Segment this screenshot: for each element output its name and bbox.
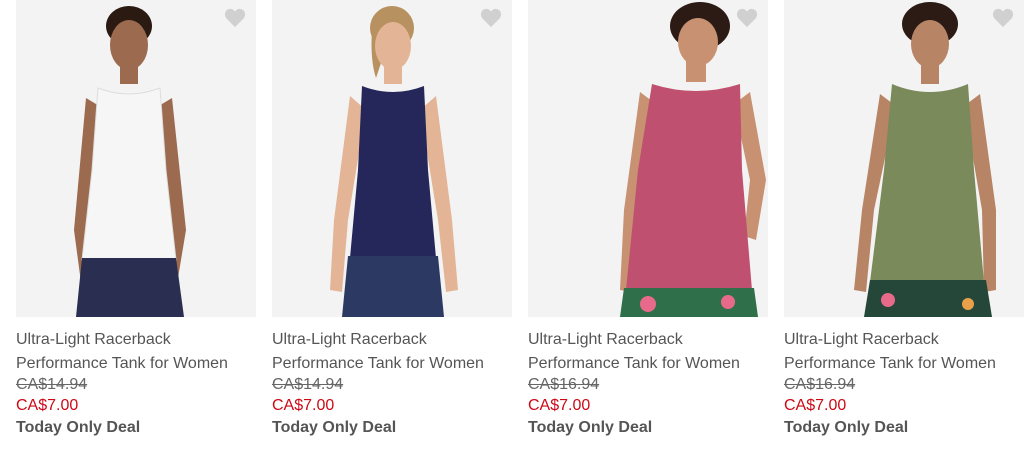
product-name-line1: Ultra-Light Racerback (16, 331, 171, 348)
sale-price: CA$7.00 (528, 397, 591, 414)
product-name-line2: Performance Tank for Women (272, 355, 484, 372)
product-card: Ultra-Light Racerback Performance Tank f… (16, 0, 256, 454)
product-name-line1: Ultra-Light Racerback (784, 331, 939, 348)
sale-price: CA$7.00 (16, 397, 79, 414)
product-name-link[interactable]: Ultra-Light Racerback Performance Tank f… (528, 328, 768, 376)
original-price: CA$14.94 (272, 376, 344, 393)
product-image[interactable] (528, 0, 768, 317)
original-price: CA$16.94 (528, 376, 600, 393)
original-price: CA$14.94 (16, 376, 88, 393)
product-name-line1: Ultra-Light Racerback (272, 331, 427, 348)
product-image[interactable] (784, 0, 1024, 317)
deal-badge: Today Only Deal (528, 419, 653, 436)
original-price: CA$16.94 (784, 376, 856, 393)
product-grid: Ultra-Light Racerback Performance Tank f… (0, 0, 1032, 454)
model-photo (272, 0, 512, 317)
product-name-link[interactable]: Ultra-Light Racerback Performance Tank f… (272, 328, 512, 376)
favorite-heart-icon[interactable] (736, 8, 758, 28)
product-name-line2: Performance Tank for Women (784, 355, 996, 372)
product-name-line2: Performance Tank for Women (16, 355, 228, 372)
product-image[interactable] (272, 0, 512, 317)
model-photo (528, 0, 768, 317)
product-name-link[interactable]: Ultra-Light Racerback Performance Tank f… (784, 328, 1024, 376)
deal-badge: Today Only Deal (16, 419, 141, 436)
product-name-link[interactable]: Ultra-Light Racerback Performance Tank f… (16, 328, 256, 376)
product-card: Ultra-Light Racerback Performance Tank f… (784, 0, 1024, 454)
model-photo (16, 0, 256, 317)
sale-price: CA$7.00 (784, 397, 847, 414)
sale-price: CA$7.00 (272, 397, 335, 414)
product-name-line2: Performance Tank for Women (528, 355, 740, 372)
product-card: Ultra-Light Racerback Performance Tank f… (272, 0, 512, 454)
deal-badge: Today Only Deal (784, 419, 909, 436)
product-card: Ultra-Light Racerback Performance Tank f… (528, 0, 768, 454)
favorite-heart-icon[interactable] (992, 8, 1014, 28)
model-photo (784, 0, 1024, 317)
product-name-line1: Ultra-Light Racerback (528, 331, 683, 348)
product-image[interactable] (16, 0, 256, 317)
favorite-heart-icon[interactable] (480, 8, 502, 28)
favorite-heart-icon[interactable] (224, 8, 246, 28)
deal-badge: Today Only Deal (272, 419, 397, 436)
